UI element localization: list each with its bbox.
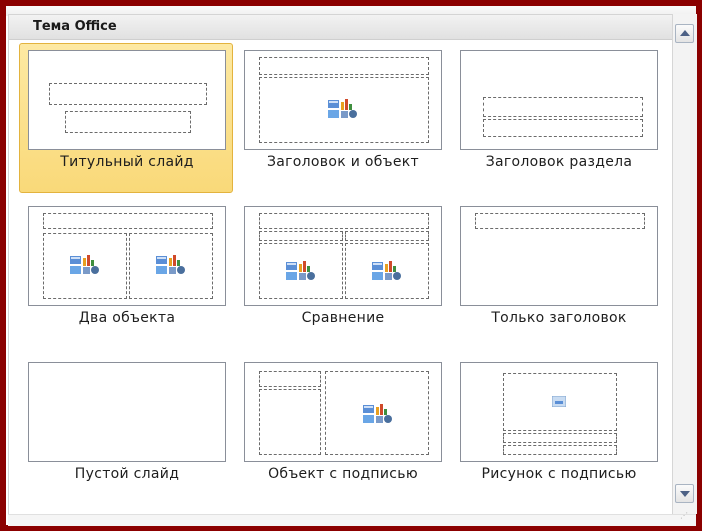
content-placeholder-left [259, 243, 343, 299]
text-placeholder [259, 389, 321, 455]
layout-label: Заголовок раздела [485, 154, 633, 170]
title-placeholder [259, 371, 321, 387]
layout-thumbnail [28, 206, 226, 306]
layout-tile-comparison[interactable]: Сравнение [235, 199, 449, 349]
content-placeholder-icon [286, 261, 315, 280]
heading-placeholder-right [345, 231, 429, 241]
layout-tile-content-caption[interactable]: Объект с подписью [235, 355, 449, 505]
layout-thumbnail [244, 50, 442, 150]
heading-placeholder-left [259, 231, 343, 241]
gallery-header-label: Тема Office [33, 19, 117, 34]
title-placeholder [503, 433, 617, 443]
layout-tile-picture-caption[interactable]: Рисунок с подписью [451, 355, 665, 505]
chevron-down-icon [680, 491, 690, 497]
layout-tile-blank[interactable]: Пустой слайд [19, 355, 233, 505]
layout-thumbnail [244, 206, 442, 306]
content-placeholder-icon [156, 255, 185, 274]
picture-placeholder-icon [552, 396, 566, 407]
layout-thumbnail [460, 50, 658, 150]
layout-gallery: Тема Office Титульный слайд Заголовок и … [8, 14, 674, 516]
content-placeholder [259, 77, 429, 143]
vertical-scrollbar[interactable] [672, 14, 697, 514]
content-placeholder-left [43, 233, 127, 299]
layout-tile-title-only[interactable]: Только заголовок [451, 199, 665, 349]
layout-thumbnail [28, 362, 226, 462]
layout-label: Заголовок и объект [267, 154, 419, 170]
layout-tile-title-slide[interactable]: Титульный слайд [19, 43, 233, 193]
layout-thumbnail [460, 362, 658, 462]
title-placeholder [259, 57, 429, 75]
content-placeholder-right [345, 243, 429, 299]
title-placeholder [259, 213, 429, 229]
layout-label: Объект с подписью [268, 466, 418, 482]
layout-label: Только заголовок [491, 310, 627, 326]
chevron-up-icon [680, 30, 690, 36]
layout-label: Рисунок с подписью [481, 466, 637, 482]
resize-grip-icon[interactable]: ⋰ [680, 512, 692, 522]
layout-thumbnail [244, 362, 442, 462]
gallery-header: Тема Office [9, 15, 673, 40]
title-placeholder [49, 83, 207, 105]
layout-tile-section-header[interactable]: Заголовок раздела [451, 43, 665, 193]
layout-label: Сравнение [301, 310, 385, 326]
content-placeholder-right [129, 233, 213, 299]
layout-thumbnail [460, 206, 658, 306]
title-placeholder [43, 213, 213, 229]
content-placeholder-icon [372, 261, 401, 280]
layout-label: Два объекта [78, 310, 176, 326]
content-placeholder-icon [328, 99, 357, 118]
text-placeholder [503, 445, 617, 455]
layout-tile-title-content[interactable]: Заголовок и объект [235, 43, 449, 193]
subtitle-placeholder [65, 111, 191, 133]
gallery-bottom-bar [8, 514, 696, 526]
layout-label: Пустой слайд [74, 466, 180, 482]
scroll-up-button[interactable] [675, 24, 694, 43]
content-placeholder-icon [363, 404, 392, 423]
title-placeholder [483, 97, 643, 117]
picture-placeholder [503, 373, 617, 431]
layout-thumbnail [28, 50, 226, 150]
layout-tile-two-content[interactable]: Два объекта [19, 199, 233, 349]
scroll-down-button[interactable] [675, 484, 694, 503]
content-placeholder [325, 371, 429, 455]
content-placeholder-icon [70, 255, 99, 274]
text-placeholder [483, 119, 643, 137]
title-placeholder [475, 213, 645, 229]
layout-label: Титульный слайд [60, 154, 194, 170]
